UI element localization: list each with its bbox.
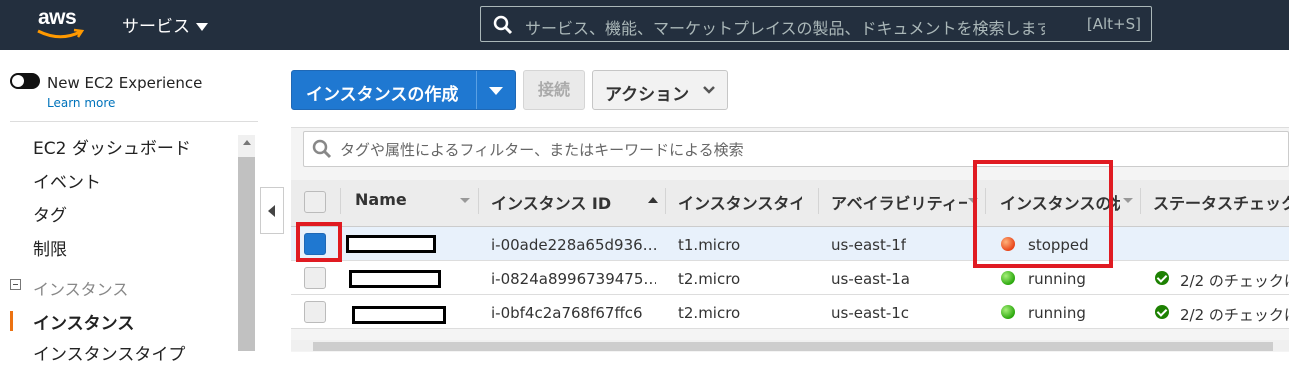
aws-logo-text: aws [38,6,77,29]
status-check-cell: 2/2 のチェックに合格しました [1180,306,1289,324]
filter-placeholder: タグや属性によるフィルター、またはキーワードによる検索 [340,141,744,159]
filter-search-input[interactable]: タグや属性によるフィルター、またはキーワードによる検索 [303,131,1289,167]
actions-button[interactable]: アクション [592,70,728,110]
column-separator [665,188,666,214]
sidebar-divider [10,121,258,122]
launch-instance-button[interactable]: インスタンスの作成 [291,70,516,110]
sidebar-item-ec2-dashboard[interactable]: EC2 ダッシュボード [33,134,191,159]
search-icon [493,15,513,35]
zone-cell: us-east-1c [831,304,910,322]
redacted-name [352,306,446,324]
sort-ascending-icon[interactable] [648,196,658,204]
annotation-highlight-state [973,160,1113,268]
caret-down-icon[interactable] [489,87,503,95]
chevron-left-icon [268,205,275,217]
row-checkbox[interactable] [304,267,326,289]
caret-down-icon [196,23,208,31]
check-passed-icon [1155,305,1169,319]
zone-cell: us-east-1f [831,236,907,254]
instance-id-cell: i-00ade228a65d936… [491,236,656,254]
aws-logo[interactable]: aws [36,6,88,40]
sort-icon[interactable] [460,198,470,203]
running-status-icon [1001,305,1015,319]
search-shortcut: [Alt+S] [1086,15,1141,33]
chevron-down-icon [703,86,715,94]
scroll-up-icon[interactable] [243,140,251,145]
new-experience-label: New EC2 Experience [47,74,203,92]
sidebar-item-instances[interactable]: インスタンス [33,309,134,334]
column-header-instance-type[interactable]: インスタンスタイプ [678,190,802,214]
column-header-status-checks[interactable]: ステータスチェック [1153,190,1289,214]
services-label: サービス [122,17,190,37]
collapse-sidebar-button[interactable] [260,187,284,234]
check-passed-icon [1155,271,1169,285]
aws-smile-icon [37,28,84,39]
sidebar-item-limits[interactable]: 制限 [33,235,67,260]
annotation-highlight-checkbox [296,222,342,262]
sidebar-item-instance-types[interactable]: インスタンスタイプ [33,340,185,365]
column-header-availability-zone[interactable]: アベイラビリティーゾーン [831,190,967,214]
instance-type-cell: t2.micro [678,270,741,288]
button-separator [476,71,477,109]
column-header-instance-id[interactable]: インスタンス ID [491,190,641,214]
status-check-cell: 2/2 のチェックに合格しました [1180,272,1289,290]
global-search-input[interactable]: サービス、機能、マーケットプレイスの製品、ドキュメントを検索します [Alt+S… [480,6,1152,42]
column-separator [818,188,819,214]
column-separator [340,188,341,214]
instance-state-cell: running [1028,270,1086,288]
learn-more-link[interactable]: Learn more [47,96,115,110]
instance-type-cell: t1.micro [678,236,741,254]
horizontal-scrollbar-thumb[interactable] [313,342,1273,351]
sort-icon[interactable] [1123,198,1133,203]
search-icon [312,139,332,159]
sidebar-scrollbar-thumb[interactable] [238,157,255,351]
zone-cell: us-east-1a [831,270,910,288]
services-menu[interactable]: サービス [122,12,208,37]
actions-label: アクション [605,85,690,105]
column-separator [1140,188,1141,214]
sidebar-group-instances[interactable]: インスタンス [33,276,128,300]
toggle-knob [12,75,24,87]
running-status-icon [1001,271,1015,285]
redacted-name [346,235,436,253]
instance-id-cell: i-0824a8996739475… [491,270,656,288]
column-separator [478,188,479,214]
active-indicator [10,311,13,331]
instance-type-cell: t2.micro [678,304,741,322]
sidebar-item-tags[interactable]: タグ [33,201,67,226]
redacted-name [349,270,441,288]
instance-state-cell: running [1028,304,1086,322]
sidebar-item-events[interactable]: イベント [33,168,101,193]
launch-instance-label: インスタンスの作成 [306,85,459,105]
column-header-name[interactable]: Name [355,190,455,209]
select-all-checkbox[interactable] [304,191,326,213]
instance-id-cell: i-0bf4c2a768f67ffc6 [491,304,643,322]
connect-button[interactable]: 接続 [523,70,585,110]
collapse-group-icon[interactable] [10,279,21,290]
row-checkbox[interactable] [304,301,326,323]
table-row[interactable] [291,227,1289,261]
new-experience-toggle[interactable] [10,73,40,89]
search-placeholder: サービス、機能、マーケットプレイスの製品、ドキュメントを検索します [525,19,1045,38]
